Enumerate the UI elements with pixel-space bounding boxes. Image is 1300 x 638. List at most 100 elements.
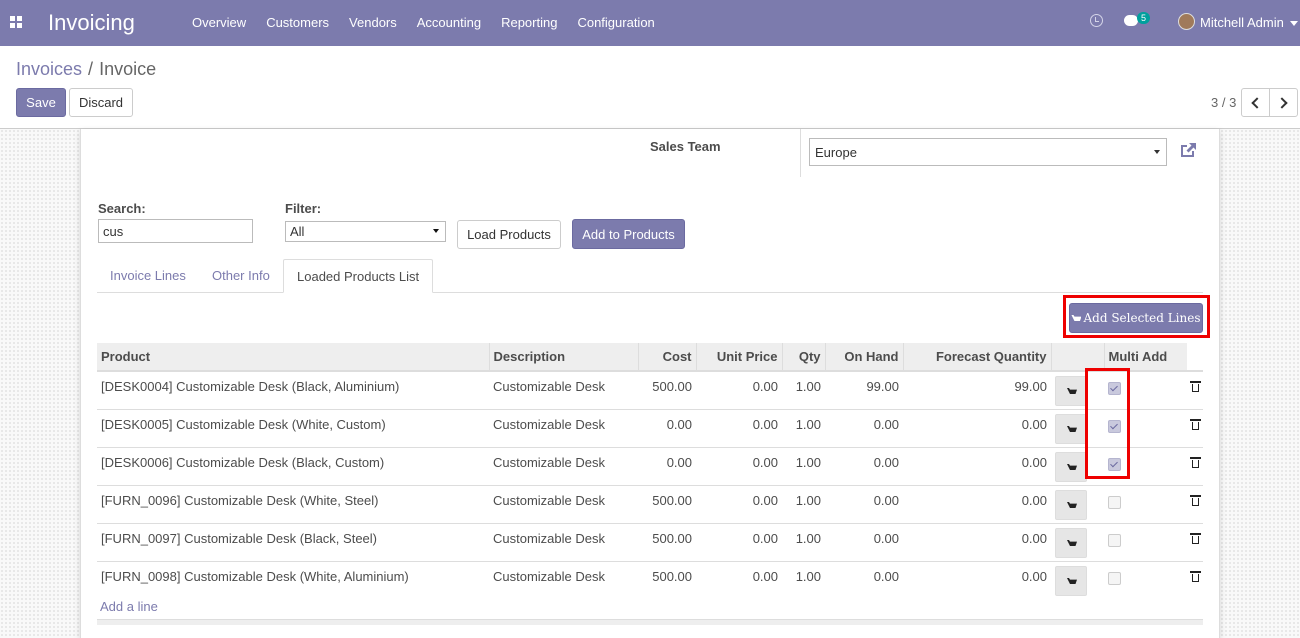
external-link-icon[interactable]: [1179, 142, 1197, 158]
cell-cost[interactable]: 500.00: [638, 370, 696, 410]
add-a-line-link[interactable]: Add a line: [100, 599, 158, 614]
sales-team-select[interactable]: Europe: [809, 138, 1167, 166]
discard-button[interactable]: Discard: [69, 88, 133, 117]
breadcrumb-invoices[interactable]: Invoices: [16, 59, 82, 79]
cell-forecast[interactable]: 99.00: [903, 370, 1051, 410]
cell-cost[interactable]: 500.00: [638, 561, 696, 599]
app-brand[interactable]: Invoicing: [48, 10, 135, 36]
cell-description[interactable]: Customizable Desk: [489, 409, 638, 448]
column-header-qty[interactable]: Qty: [781, 343, 825, 372]
cell-on-hand[interactable]: 0.00: [825, 561, 903, 599]
search-input[interactable]: [98, 219, 253, 243]
cell-unit-price[interactable]: 0.00: [696, 447, 782, 486]
menu-item-customers[interactable]: Customers: [256, 15, 339, 30]
multi-add-checkbox[interactable]: [1108, 534, 1121, 547]
cell-qty[interactable]: 1.00: [782, 485, 825, 524]
cell-unit-price[interactable]: 0.00: [696, 561, 782, 599]
add-line-cart-button[interactable]: [1055, 528, 1087, 558]
cell-product[interactable]: [DESK0005] Customizable Desk (White, Cus…: [97, 409, 489, 448]
add-line-cart-button[interactable]: [1055, 490, 1087, 520]
table-row[interactable]: [FURN_0098] Customizable Desk (White, Al…: [97, 561, 1203, 599]
add-line-cart-button[interactable]: [1055, 414, 1087, 444]
trash-icon[interactable]: [1190, 495, 1201, 506]
trash-icon[interactable]: [1190, 381, 1201, 392]
cell-description[interactable]: Customizable Desk: [489, 370, 638, 410]
cell-on-hand[interactable]: 0.00: [825, 409, 903, 448]
cell-cost[interactable]: 500.00: [638, 523, 696, 562]
cell-product[interactable]: [FURN_0098] Customizable Desk (White, Al…: [97, 561, 489, 599]
multi-add-checkbox[interactable]: [1108, 572, 1121, 585]
cell-on-hand[interactable]: 0.00: [825, 447, 903, 486]
cell-forecast[interactable]: 0.00: [903, 485, 1051, 524]
cell-qty[interactable]: 1.00: [782, 370, 825, 410]
cell-cost[interactable]: 500.00: [638, 485, 696, 524]
cell-product[interactable]: [DESK0006] Customizable Desk (Black, Cus…: [97, 447, 489, 486]
cell-forecast[interactable]: 0.00: [903, 561, 1051, 599]
cell-product[interactable]: [FURN_0096] Customizable Desk (White, St…: [97, 485, 489, 524]
cell-qty[interactable]: 1.00: [782, 523, 825, 562]
user-avatar[interactable]: [1178, 13, 1195, 30]
cell-unit-price[interactable]: 0.00: [696, 409, 782, 448]
trash-icon[interactable]: [1190, 571, 1201, 582]
cell-unit-price[interactable]: 0.00: [696, 370, 782, 410]
activity-clock-icon[interactable]: [1090, 14, 1103, 27]
cell-product[interactable]: [DESK0004] Customizable Desk (Black, Alu…: [97, 370, 489, 410]
add-to-products-button[interactable]: Add to Products: [572, 219, 685, 249]
cell-qty[interactable]: 1.00: [782, 409, 825, 448]
column-header-multi-add[interactable]: Multi Add: [1103, 343, 1187, 372]
cell-qty[interactable]: 1.00: [782, 447, 825, 486]
table-row[interactable]: [FURN_0097] Customizable Desk (Black, St…: [97, 523, 1203, 562]
tab-loaded-products-list[interactable]: Loaded Products List: [283, 259, 434, 293]
add-line-cart-button[interactable]: [1055, 452, 1087, 482]
cell-description[interactable]: Customizable Desk: [489, 485, 638, 524]
column-header-unit-price[interactable]: Unit Price: [695, 343, 782, 372]
column-header-on-hand[interactable]: On Hand: [824, 343, 903, 372]
cell-forecast[interactable]: 0.00: [903, 409, 1051, 448]
user-menu[interactable]: Mitchell Admin: [1200, 15, 1298, 30]
load-products-button[interactable]: Load Products: [457, 220, 561, 249]
pager-next-button[interactable]: [1269, 88, 1298, 117]
add-line-cart-button[interactable]: [1055, 376, 1087, 406]
cell-forecast[interactable]: 0.00: [903, 447, 1051, 486]
cell-unit-price[interactable]: 0.00: [696, 523, 782, 562]
menu-item-accounting[interactable]: Accounting: [407, 15, 491, 30]
caret-down-icon: [433, 229, 439, 233]
add-line-cart-button[interactable]: [1055, 566, 1087, 596]
tab-other-info[interactable]: Other Info: [199, 259, 283, 293]
trash-icon[interactable]: [1190, 533, 1201, 544]
column-header-product[interactable]: Product: [97, 343, 489, 372]
cell-description[interactable]: Customizable Desk: [489, 523, 638, 562]
tab-invoice-lines[interactable]: Invoice Lines: [97, 259, 199, 293]
menu-item-vendors[interactable]: Vendors: [339, 15, 407, 30]
trash-icon[interactable]: [1190, 419, 1201, 430]
column-header-cost[interactable]: Cost: [637, 343, 696, 372]
trash-icon[interactable]: [1190, 457, 1201, 468]
cell-qty[interactable]: 1.00: [782, 561, 825, 599]
menu-item-overview[interactable]: Overview: [182, 15, 256, 30]
chat-icon[interactable]: [1124, 15, 1138, 26]
add-selected-lines-button[interactable]: Add Selected Lines: [1069, 303, 1203, 333]
table-row[interactable]: [FURN_0096] Customizable Desk (White, St…: [97, 485, 1203, 524]
table-row[interactable]: [DESK0005] Customizable Desk (White, Cus…: [97, 409, 1203, 448]
cell-unit-price[interactable]: 0.00: [696, 485, 782, 524]
menu-item-configuration[interactable]: Configuration: [567, 15, 664, 30]
table-row[interactable]: [DESK0006] Customizable Desk (Black, Cus…: [97, 447, 1203, 486]
cell-description[interactable]: Customizable Desk: [489, 447, 638, 486]
menu-item-reporting[interactable]: Reporting: [491, 15, 567, 30]
cell-description[interactable]: Customizable Desk: [489, 561, 638, 599]
column-header-forecast-quantity[interactable]: Forecast Quantity: [902, 343, 1051, 372]
cell-on-hand[interactable]: 0.00: [825, 485, 903, 524]
pager-previous-button[interactable]: [1241, 88, 1270, 117]
apps-grid-icon[interactable]: [10, 16, 22, 28]
save-button[interactable]: Save: [16, 88, 66, 117]
table-row[interactable]: [DESK0004] Customizable Desk (Black, Alu…: [97, 370, 1203, 410]
cell-product[interactable]: [FURN_0097] Customizable Desk (Black, St…: [97, 523, 489, 562]
cell-cost[interactable]: 0.00: [638, 409, 696, 448]
column-header-description[interactable]: Description: [488, 343, 638, 372]
cell-on-hand[interactable]: 99.00: [825, 370, 903, 410]
cell-cost[interactable]: 0.00: [638, 447, 696, 486]
cell-on-hand[interactable]: 0.00: [825, 523, 903, 562]
cell-forecast[interactable]: 0.00: [903, 523, 1051, 562]
filter-select[interactable]: All: [285, 221, 446, 242]
multi-add-checkbox[interactable]: [1108, 496, 1121, 509]
